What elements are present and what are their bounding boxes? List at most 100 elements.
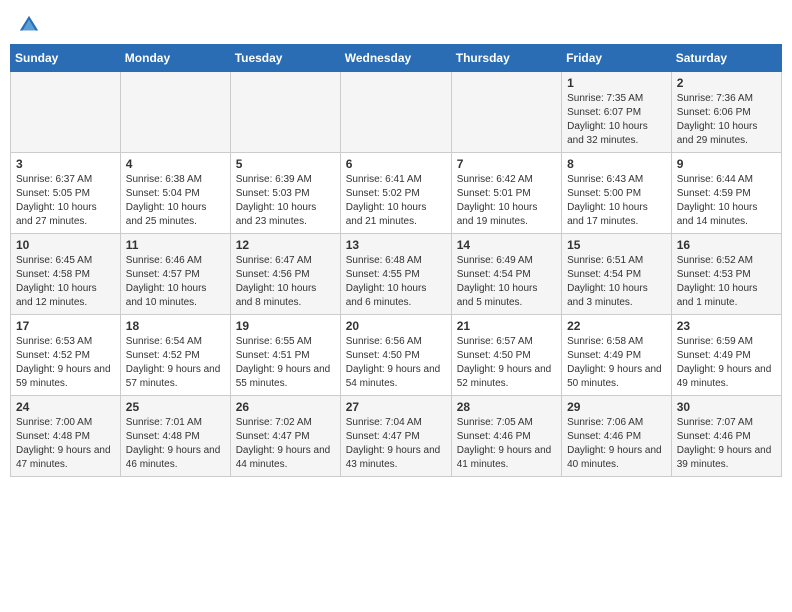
day-info: Sunrise: 6:51 AM Sunset: 4:54 PM Dayligh… bbox=[567, 254, 666, 310]
day-number: 7 bbox=[457, 157, 556, 171]
day-info: Sunrise: 7:05 AM Sunset: 4:46 PM Dayligh… bbox=[457, 416, 556, 472]
logo-icon bbox=[18, 14, 40, 36]
day-info: Sunrise: 6:46 AM Sunset: 4:57 PM Dayligh… bbox=[126, 254, 225, 310]
day-number: 15 bbox=[567, 238, 666, 252]
calendar-header-tuesday: Tuesday bbox=[230, 45, 340, 72]
calendar-cell bbox=[230, 72, 340, 153]
day-number: 27 bbox=[346, 400, 446, 414]
calendar-cell bbox=[11, 72, 121, 153]
day-number: 10 bbox=[16, 238, 115, 252]
day-number: 6 bbox=[346, 157, 446, 171]
day-number: 23 bbox=[677, 319, 776, 333]
day-info: Sunrise: 6:57 AM Sunset: 4:50 PM Dayligh… bbox=[457, 335, 556, 391]
day-info: Sunrise: 7:06 AM Sunset: 4:46 PM Dayligh… bbox=[567, 416, 666, 472]
calendar-header-wednesday: Wednesday bbox=[340, 45, 451, 72]
day-info: Sunrise: 6:55 AM Sunset: 4:51 PM Dayligh… bbox=[236, 335, 335, 391]
calendar-header-monday: Monday bbox=[120, 45, 230, 72]
day-number: 3 bbox=[16, 157, 115, 171]
calendar-cell: 30 Sunrise: 7:07 AM Sunset: 4:46 PM Dayli… bbox=[671, 396, 781, 477]
day-number: 22 bbox=[567, 319, 666, 333]
day-info: Sunrise: 6:47 AM Sunset: 4:56 PM Dayligh… bbox=[236, 254, 335, 310]
day-info: Sunrise: 6:42 AM Sunset: 5:01 PM Dayligh… bbox=[457, 173, 556, 229]
day-number: 8 bbox=[567, 157, 666, 171]
calendar-cell: 1 Sunrise: 7:35 AM Sunset: 6:07 PM Daylig… bbox=[562, 72, 672, 153]
calendar-cell bbox=[120, 72, 230, 153]
day-info: Sunrise: 6:45 AM Sunset: 4:58 PM Dayligh… bbox=[16, 254, 115, 310]
calendar-cell: 26 Sunrise: 7:02 AM Sunset: 4:47 PM Dayli… bbox=[230, 396, 340, 477]
calendar-week-1: 1 Sunrise: 7:35 AM Sunset: 6:07 PM Daylig… bbox=[11, 72, 782, 153]
day-number: 19 bbox=[236, 319, 335, 333]
page-header bbox=[0, 0, 792, 44]
day-number: 1 bbox=[567, 76, 666, 90]
calendar-cell: 23Sunrise: 6:59 AM Sunset: 4:49 PM Dayli… bbox=[671, 315, 781, 396]
calendar-cell bbox=[340, 72, 451, 153]
calendar-cell: 24 Sunrise: 7:00 AM Sunset: 4:48 PM Dayli… bbox=[11, 396, 121, 477]
calendar-header-sunday: Sunday bbox=[11, 45, 121, 72]
day-info: Sunrise: 7:07 AM Sunset: 4:46 PM Dayligh… bbox=[677, 416, 776, 472]
day-info: Sunrise: 6:39 AM Sunset: 5:03 PM Dayligh… bbox=[236, 173, 335, 229]
calendar-header-thursday: Thursday bbox=[451, 45, 561, 72]
calendar-cell: 27 Sunrise: 7:04 AM Sunset: 4:47 PM Dayli… bbox=[340, 396, 451, 477]
calendar-cell: 19 Sunrise: 6:55 AM Sunset: 4:51 PM Dayli… bbox=[230, 315, 340, 396]
day-number: 30 bbox=[677, 400, 776, 414]
day-number: 11 bbox=[126, 238, 225, 252]
calendar-cell: 5Sunrise: 6:39 AM Sunset: 5:03 PM Daylig… bbox=[230, 153, 340, 234]
day-number: 20 bbox=[346, 319, 446, 333]
day-info: Sunrise: 6:49 AM Sunset: 4:54 PM Dayligh… bbox=[457, 254, 556, 310]
calendar-cell: 3Sunrise: 6:37 AM Sunset: 5:05 PM Daylig… bbox=[11, 153, 121, 234]
calendar-cell: 14 Sunrise: 6:49 AM Sunset: 4:54 PM Dayli… bbox=[451, 234, 561, 315]
calendar-cell: 28 Sunrise: 7:05 AM Sunset: 4:46 PM Dayli… bbox=[451, 396, 561, 477]
calendar-cell: 18 Sunrise: 6:54 AM Sunset: 4:52 PM Dayli… bbox=[120, 315, 230, 396]
calendar-cell: 20Sunrise: 6:56 AM Sunset: 4:50 PM Dayli… bbox=[340, 315, 451, 396]
day-info: Sunrise: 6:38 AM Sunset: 5:04 PM Dayligh… bbox=[126, 173, 225, 229]
calendar-cell: 8Sunrise: 6:43 AM Sunset: 5:00 PM Daylig… bbox=[562, 153, 672, 234]
day-number: 21 bbox=[457, 319, 556, 333]
day-info: Sunrise: 7:02 AM Sunset: 4:47 PM Dayligh… bbox=[236, 416, 335, 472]
day-number: 4 bbox=[126, 157, 225, 171]
calendar-table: SundayMondayTuesdayWednesdayThursdayFrid… bbox=[10, 44, 782, 477]
calendar-cell bbox=[451, 72, 561, 153]
calendar-cell: 15 Sunrise: 6:51 AM Sunset: 4:54 PM Dayli… bbox=[562, 234, 672, 315]
day-info: Sunrise: 6:54 AM Sunset: 4:52 PM Dayligh… bbox=[126, 335, 225, 391]
calendar-cell: 16 Sunrise: 6:52 AM Sunset: 4:53 PM Dayli… bbox=[671, 234, 781, 315]
day-info: Sunrise: 6:53 AM Sunset: 4:52 PM Dayligh… bbox=[16, 335, 115, 391]
calendar-wrapper: SundayMondayTuesdayWednesdayThursdayFrid… bbox=[0, 44, 792, 487]
day-info: Sunrise: 7:35 AM Sunset: 6:07 PM Dayligh… bbox=[567, 92, 666, 148]
calendar-cell: 11 Sunrise: 6:46 AM Sunset: 4:57 PM Dayli… bbox=[120, 234, 230, 315]
calendar-week-5: 24 Sunrise: 7:00 AM Sunset: 4:48 PM Dayli… bbox=[11, 396, 782, 477]
day-info: Sunrise: 7:00 AM Sunset: 4:48 PM Dayligh… bbox=[16, 416, 115, 472]
day-info: Sunrise: 6:48 AM Sunset: 4:55 PM Dayligh… bbox=[346, 254, 446, 310]
calendar-cell: 9 Sunrise: 6:44 AM Sunset: 4:59 PM Daylig… bbox=[671, 153, 781, 234]
day-info: Sunrise: 7:04 AM Sunset: 4:47 PM Dayligh… bbox=[346, 416, 446, 472]
calendar-cell: 4 Sunrise: 6:38 AM Sunset: 5:04 PM Daylig… bbox=[120, 153, 230, 234]
day-number: 18 bbox=[126, 319, 225, 333]
day-number: 28 bbox=[457, 400, 556, 414]
day-info: Sunrise: 6:52 AM Sunset: 4:53 PM Dayligh… bbox=[677, 254, 776, 310]
day-info: Sunrise: 6:44 AM Sunset: 4:59 PM Dayligh… bbox=[677, 173, 776, 229]
calendar-cell: 13 Sunrise: 6:48 AM Sunset: 4:55 PM Dayli… bbox=[340, 234, 451, 315]
day-info: Sunrise: 7:01 AM Sunset: 4:48 PM Dayligh… bbox=[126, 416, 225, 472]
day-number: 13 bbox=[346, 238, 446, 252]
day-number: 17 bbox=[16, 319, 115, 333]
calendar-cell: 17 Sunrise: 6:53 AM Sunset: 4:52 PM Dayli… bbox=[11, 315, 121, 396]
day-number: 9 bbox=[677, 157, 776, 171]
day-number: 24 bbox=[16, 400, 115, 414]
calendar-week-2: 3Sunrise: 6:37 AM Sunset: 5:05 PM Daylig… bbox=[11, 153, 782, 234]
day-number: 14 bbox=[457, 238, 556, 252]
calendar-cell: 12 Sunrise: 6:47 AM Sunset: 4:56 PM Dayli… bbox=[230, 234, 340, 315]
calendar-cell: 7 Sunrise: 6:42 AM Sunset: 5:01 PM Daylig… bbox=[451, 153, 561, 234]
day-info: Sunrise: 6:58 AM Sunset: 4:49 PM Dayligh… bbox=[567, 335, 666, 391]
day-number: 25 bbox=[126, 400, 225, 414]
day-number: 16 bbox=[677, 238, 776, 252]
logo bbox=[18, 14, 44, 36]
calendar-week-3: 10 Sunrise: 6:45 AM Sunset: 4:58 PM Dayli… bbox=[11, 234, 782, 315]
calendar-week-4: 17 Sunrise: 6:53 AM Sunset: 4:52 PM Dayli… bbox=[11, 315, 782, 396]
calendar-header-saturday: Saturday bbox=[671, 45, 781, 72]
calendar-cell: 21 Sunrise: 6:57 AM Sunset: 4:50 PM Dayli… bbox=[451, 315, 561, 396]
day-info: Sunrise: 6:41 AM Sunset: 5:02 PM Dayligh… bbox=[346, 173, 446, 229]
day-number: 12 bbox=[236, 238, 335, 252]
day-number: 29 bbox=[567, 400, 666, 414]
calendar-cell: 10 Sunrise: 6:45 AM Sunset: 4:58 PM Dayli… bbox=[11, 234, 121, 315]
day-number: 26 bbox=[236, 400, 335, 414]
calendar-cell: 29 Sunrise: 7:06 AM Sunset: 4:46 PM Dayli… bbox=[562, 396, 672, 477]
